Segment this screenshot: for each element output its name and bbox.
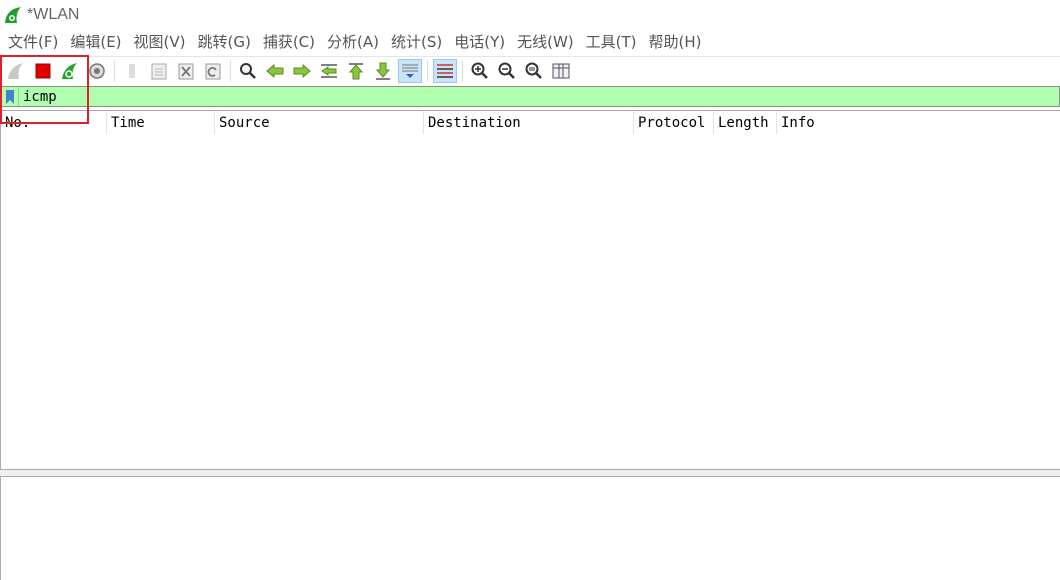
go-to-packet-button[interactable] xyxy=(317,59,341,83)
menu-bar: 文件(F) 编辑(E) 视图(V) 跳转(G) 捕获(C) 分析(A) 统计(S… xyxy=(0,30,1060,54)
main-toolbar xyxy=(0,56,1060,84)
title-bar: *WLAN xyxy=(0,0,1060,30)
go-to-packet-icon xyxy=(321,63,337,78)
toolbar-separator xyxy=(114,59,115,82)
go-first-button[interactable] xyxy=(344,59,368,83)
window-title: *WLAN xyxy=(27,6,80,23)
zoom-out-button[interactable] xyxy=(495,59,519,83)
colorize-button[interactable] xyxy=(433,58,457,83)
zoom-out-icon xyxy=(498,62,515,79)
find-packet-button[interactable] xyxy=(236,59,260,83)
open-file-button[interactable] xyxy=(120,59,144,83)
save-file-button[interactable] xyxy=(147,59,171,83)
zoom-in-icon xyxy=(471,62,488,79)
autoscroll-button[interactable] xyxy=(398,58,422,83)
packet-details-pane[interactable] xyxy=(0,476,1060,580)
go-back-button[interactable] xyxy=(263,59,287,83)
display-filter-bar xyxy=(0,86,1060,107)
close-file-icon xyxy=(178,63,194,79)
go-forward-icon xyxy=(293,63,311,78)
column-header-time[interactable]: Time xyxy=(107,111,215,134)
menu-wireless[interactable]: 无线(W) xyxy=(511,30,580,54)
start-capture-button[interactable] xyxy=(4,59,28,83)
capture-options-icon xyxy=(89,62,105,79)
column-header-protocol[interactable]: Protocol xyxy=(634,111,714,134)
menu-tools[interactable]: 工具(T) xyxy=(580,30,643,54)
start-capture-icon xyxy=(8,62,23,79)
menu-file[interactable]: 文件(F) xyxy=(2,30,64,54)
column-header-length[interactable]: Length xyxy=(714,111,777,134)
reload-file-button[interactable] xyxy=(201,59,225,83)
filter-bookmark-button[interactable] xyxy=(1,87,19,106)
reload-file-icon xyxy=(205,63,221,79)
go-forward-button[interactable] xyxy=(290,59,314,83)
go-back-icon xyxy=(266,63,284,78)
normal-size-icon xyxy=(525,62,542,79)
open-file-icon xyxy=(129,63,135,78)
resize-columns-icon xyxy=(552,63,570,78)
colorize-icon xyxy=(437,63,453,78)
autoscroll-icon xyxy=(402,64,418,78)
wireshark-logo-icon xyxy=(5,7,21,23)
menu-view[interactable]: 视图(V) xyxy=(128,30,192,54)
packet-list-pane[interactable]: No. Time Source Destination Protocol Len… xyxy=(0,110,1060,470)
stop-capture-button[interactable] xyxy=(31,59,55,83)
bookmark-icon xyxy=(5,89,14,104)
normal-size-button[interactable] xyxy=(522,59,546,83)
packet-list-header: No. Time Source Destination Protocol Len… xyxy=(1,111,1060,135)
go-last-button[interactable] xyxy=(371,59,395,83)
find-packet-icon xyxy=(240,62,256,79)
menu-go[interactable]: 跳转(G) xyxy=(192,30,257,54)
go-last-icon xyxy=(375,62,391,80)
display-filter-input[interactable] xyxy=(19,87,1059,106)
zoom-in-button[interactable] xyxy=(468,59,492,83)
menu-help[interactable]: 帮助(H) xyxy=(643,30,708,54)
menu-analyze[interactable]: 分析(A) xyxy=(321,30,385,54)
save-file-icon xyxy=(151,63,167,79)
resize-columns-button[interactable] xyxy=(549,59,573,83)
stop-capture-icon xyxy=(35,63,51,78)
column-header-destination[interactable]: Destination xyxy=(424,111,634,134)
column-header-info[interactable]: Info xyxy=(777,111,1060,134)
capture-options-button[interactable] xyxy=(85,59,109,83)
restart-capture-button[interactable] xyxy=(58,59,82,83)
go-first-icon xyxy=(348,62,364,79)
toolbar-separator xyxy=(427,59,428,82)
menu-edit[interactable]: 编辑(E) xyxy=(64,30,127,54)
menu-statistics[interactable]: 统计(S) xyxy=(385,30,448,54)
menu-capture[interactable]: 捕获(C) xyxy=(257,30,321,54)
toolbar-separator xyxy=(230,59,231,82)
restart-capture-icon xyxy=(62,62,77,79)
column-header-no[interactable]: No. xyxy=(1,111,107,134)
column-header-source[interactable]: Source xyxy=(215,111,424,134)
toolbar-separator xyxy=(462,59,463,82)
menu-telephony[interactable]: 电话(Y) xyxy=(448,30,511,54)
close-file-button[interactable] xyxy=(174,59,198,83)
